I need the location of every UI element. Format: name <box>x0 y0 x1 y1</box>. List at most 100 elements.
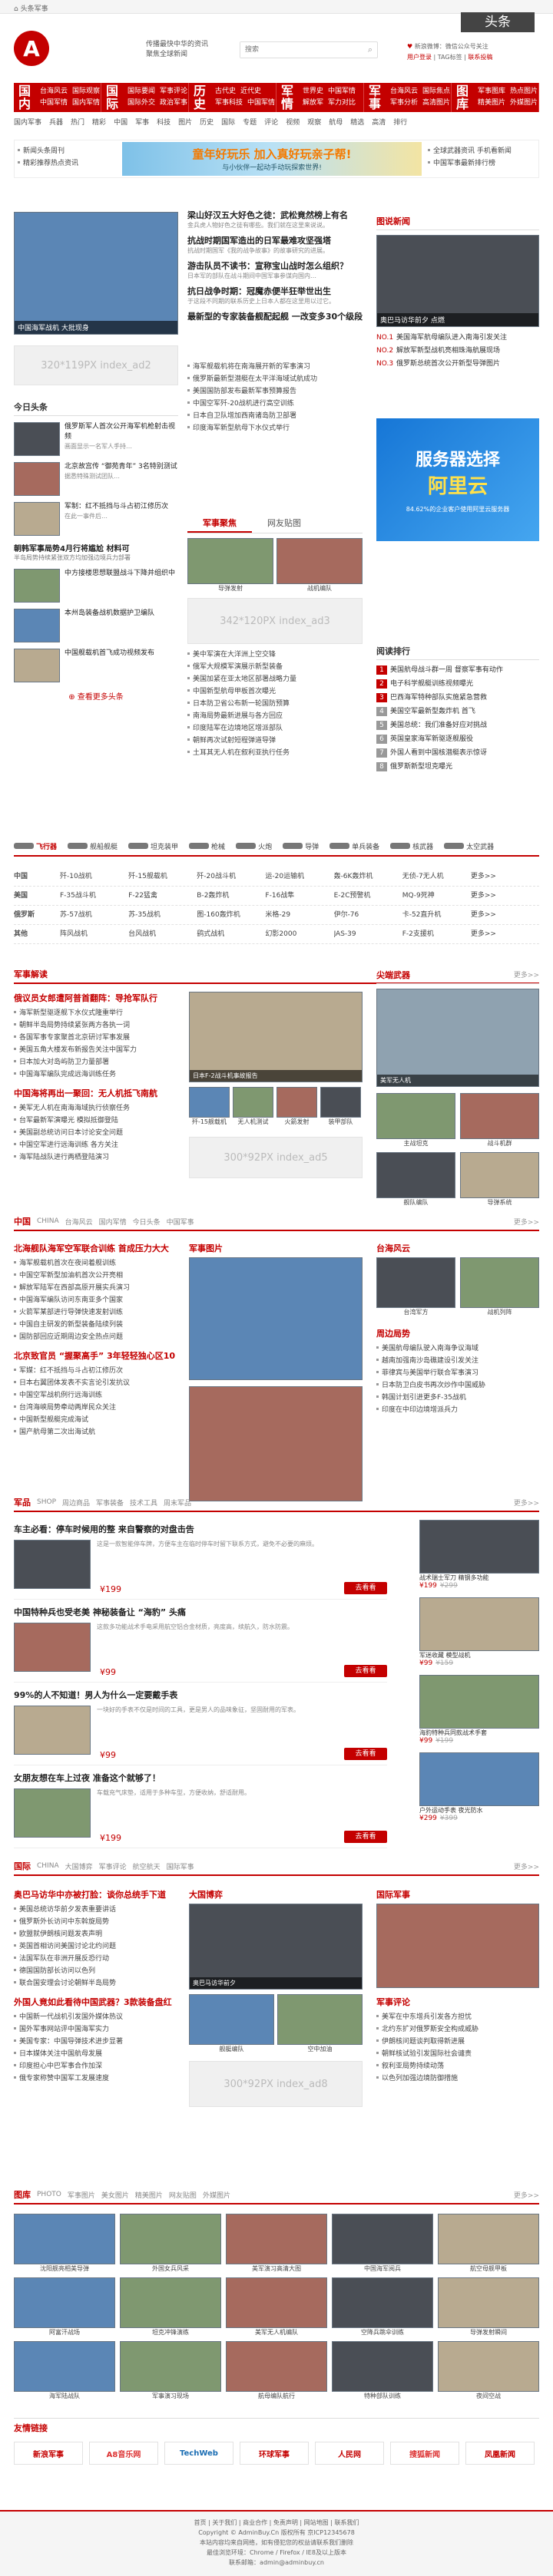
subnav-item[interactable]: 热门 <box>71 117 84 129</box>
weapon-tab[interactable]: 核武器 <box>390 841 433 851</box>
news1-thumb[interactable]: 歼-15舰载机 <box>189 1087 230 1126</box>
news1-headline-2[interactable]: 中国海将再出一聚回：无人机抵飞南航 <box>14 1087 181 1099</box>
section-tab[interactable]: SHOP <box>37 1498 56 1506</box>
section-tab[interactable]: 国内军情 <box>99 1217 127 1227</box>
list-item[interactable]: 中国新型航母甲板首次曝光 <box>187 685 363 698</box>
list-item[interactable]: 解放军陆军在西部高原开展实兵演习 <box>14 1282 181 1294</box>
list-item[interactable]: 国外军事网站评中国海军实力 <box>14 2023 181 2036</box>
section-tab[interactable]: 周边商品 <box>62 1498 90 1508</box>
toutiao-item[interactable]: 俄罗斯军人首次公开海军机枪射击视频 画面显示一名军人手持… <box>14 422 178 456</box>
jsjf-tab[interactable]: 军事聚焦 <box>187 514 252 533</box>
weapon-cell[interactable]: 图-160轰炸机 <box>197 906 265 924</box>
news1r-thumb[interactable]: 战斗机群 <box>460 1093 539 1148</box>
subnav-item[interactable]: 中国 <box>114 117 127 129</box>
china-headline[interactable]: 北海舰队海军空军联合训练 首成压力大大 <box>14 1242 181 1254</box>
photo-item[interactable]: 空降兵跳伞训练 <box>332 2277 433 2337</box>
section-tab[interactable]: 军事图片 <box>68 2190 95 2200</box>
jsjf-photo-1[interactable]: 导弹发射 <box>187 538 273 592</box>
nav-item[interactable]: 国际外交 <box>127 97 155 109</box>
friend-logo[interactable]: 环球军事 <box>240 2442 309 2465</box>
photo-image[interactable] <box>332 2277 433 2328</box>
list-item[interactable]: 德国国防部长访问以色列 <box>14 1965 181 1977</box>
list-item[interactable]: 台湾海峡局势牵动两岸民众关注 <box>14 1402 181 1414</box>
list-item[interactable]: 越南加强南沙岛礁建设引发关注 <box>376 1355 539 1367</box>
shop-item-image[interactable] <box>14 1788 91 1838</box>
shop-side-item[interactable]: 军迷收藏 模型战机 ¥99 ¥159 <box>419 1597 539 1667</box>
ad-banner[interactable]: 新闻头条周刊 精彩推荐热点资讯 童年好玩乐 加入真好玩亲子帮! 与小伙伴一起动手动… <box>14 140 539 178</box>
list-item[interactable]: 韩国计划引进更多F-35战机 <box>376 1392 539 1404</box>
rank-item[interactable]: 2 电子科学舰艇训练视频曝光 <box>376 677 539 691</box>
search-input[interactable] <box>240 42 356 58</box>
weapon-tab[interactable]: 单兵装备 <box>329 841 379 851</box>
nav-item[interactable]: 外媒图片 <box>510 97 538 109</box>
toutiao-thumb[interactable] <box>14 462 60 496</box>
nav-item[interactable]: 中国军情 <box>40 97 68 109</box>
intl-photo-2[interactable] <box>189 1994 274 2045</box>
nav-item[interactable]: 政治军事 <box>160 97 187 109</box>
section-tab[interactable]: 技术工具 <box>130 1498 157 1508</box>
weibo-link[interactable]: ♥ 新浪微博：微信公众号关注 <box>407 41 492 52</box>
section-tab[interactable]: 军事评论 <box>99 1861 127 1871</box>
list-item[interactable]: 日本加大对岛屿防卫力量部署 <box>14 1056 181 1068</box>
weapon-cell[interactable]: MQ-9死神 <box>402 887 471 905</box>
subnav-item[interactable]: 专题 <box>243 117 257 129</box>
login-link[interactable]: 用户登录 <box>407 54 432 61</box>
nav-item[interactable]: 近代史 <box>240 86 261 97</box>
toutiao-item[interactable]: 北京故宫传 “御苑青年” 3名特别测试 据悉特殊测试团队… <box>14 462 178 496</box>
list-item[interactable]: 美军在中东增兵引发各方担忧 <box>376 2011 539 2023</box>
section-tab[interactable]: CHINA <box>37 1862 59 1870</box>
shop-item-button[interactable]: 去看看 <box>344 1831 387 1843</box>
image-news-photo[interactable]: 奥巴马访华前夕 点燃 <box>376 235 539 327</box>
list-item[interactable]: 印度海军新型航母下水仪式举行 <box>187 422 363 434</box>
weapon-cell[interactable]: F-16战隼 <box>265 887 333 905</box>
footer-links[interactable]: 首页 | 关于我们 | 商业合作 | 免责声明 | 网站地图 | 联系我们 <box>0 2518 553 2528</box>
photo-item[interactable]: 沈阳舰亮相美导弹 <box>14 2214 115 2273</box>
nav-item[interactable]: 热点图片 <box>510 86 538 97</box>
section-tab[interactable]: 中国 <box>14 1215 31 1227</box>
list-item[interactable]: 法国军队在非洲开展反恐行动 <box>14 1953 181 1965</box>
thumb-image[interactable] <box>376 1093 455 1139</box>
section-tab[interactable]: 精美图片 <box>135 2190 163 2200</box>
subnav-item[interactable]: 国内军事 <box>14 117 41 129</box>
section-tab[interactable]: 国际军事 <box>167 1861 194 1871</box>
section-tab[interactable]: 航空航天 <box>133 1861 161 1871</box>
section-tab[interactable]: 国际 <box>14 1860 31 1872</box>
weapon-cell[interactable]: 更多>> <box>471 925 539 943</box>
news1r-thumb[interactable]: 舰队编队 <box>376 1152 455 1207</box>
nav-item[interactable]: 高清图片 <box>422 97 450 109</box>
news1-main-photo[interactable]: 日本F-2战斗机事故报告 <box>189 992 363 1082</box>
list-item[interactable]: 国防部回应近期周边安全热点问题 <box>14 1331 181 1343</box>
list-item[interactable]: 日本自卫队增加西南诸岛防卫部署 <box>187 410 363 422</box>
china-photo-2[interactable] <box>189 1386 363 1501</box>
weapon-cell[interactable]: 鹞式战机 <box>197 925 265 943</box>
shop-side-item[interactable]: 户外运动手表 夜光防水 ¥299 ¥399 <box>419 1752 539 1822</box>
photo-image[interactable] <box>438 2341 539 2392</box>
list-item[interactable]: 美中军演在大洋洲上空交锋 <box>187 649 363 661</box>
jsjf-tab[interactable]: 网友贴图 <box>252 514 316 533</box>
weapon-cell[interactable]: 伊尔-76 <box>334 906 402 924</box>
list-item[interactable]: 美国国防部发布最新军事预算报告 <box>187 385 363 398</box>
weapon-tab[interactable]: 舰船舰艇 <box>68 841 118 851</box>
list-item[interactable]: 印度陆军在边境地区增派部队 <box>187 722 363 735</box>
weapon-tab[interactable]: 飞行器 <box>14 841 57 851</box>
shop-side-item[interactable]: 海豹特种兵同款战术手套 ¥99 ¥199 <box>419 1675 539 1745</box>
news1r-thumb[interactable]: 主战坦克 <box>376 1093 455 1148</box>
photo-item[interactable]: 外国女兵风采 <box>120 2214 221 2273</box>
list-item[interactable]: 中国空军歼-20战机进行高空训练 <box>187 398 363 410</box>
list-item[interactable]: 中国新一代战机引发国外媒体热议 <box>14 2011 181 2023</box>
weapon-cell[interactable]: 苏-35战机 <box>128 906 197 924</box>
list-item[interactable]: 朝鲜核试验引发国际社会谴责 <box>376 2048 539 2060</box>
subnav-item[interactable]: 视频 <box>286 117 300 129</box>
jsjf-photo-2[interactable]: 战机编队 <box>276 538 363 592</box>
photo-item[interactable]: 美军演习高清大图 <box>226 2214 327 2273</box>
subnav-item[interactable]: 兵器 <box>49 117 63 129</box>
friend-logo[interactable]: 新浪军事 <box>14 2442 83 2465</box>
toutiao-title[interactable]: 中国舰载机首飞成功视频发布 <box>65 649 154 659</box>
list-item[interactable]: 美国总统访华前夕发表重要讲话 <box>14 1904 181 1916</box>
shop-item-button[interactable]: 去看看 <box>344 1582 387 1594</box>
shop-item-image[interactable] <box>14 1540 91 1589</box>
list-item[interactable]: 联合国安理会讨论朝鲜半岛局势 <box>14 1977 181 1990</box>
photo-image[interactable] <box>332 2341 433 2392</box>
intl-right-photo[interactable] <box>376 1904 539 1988</box>
subnav-item[interactable]: 高清 <box>372 117 386 129</box>
